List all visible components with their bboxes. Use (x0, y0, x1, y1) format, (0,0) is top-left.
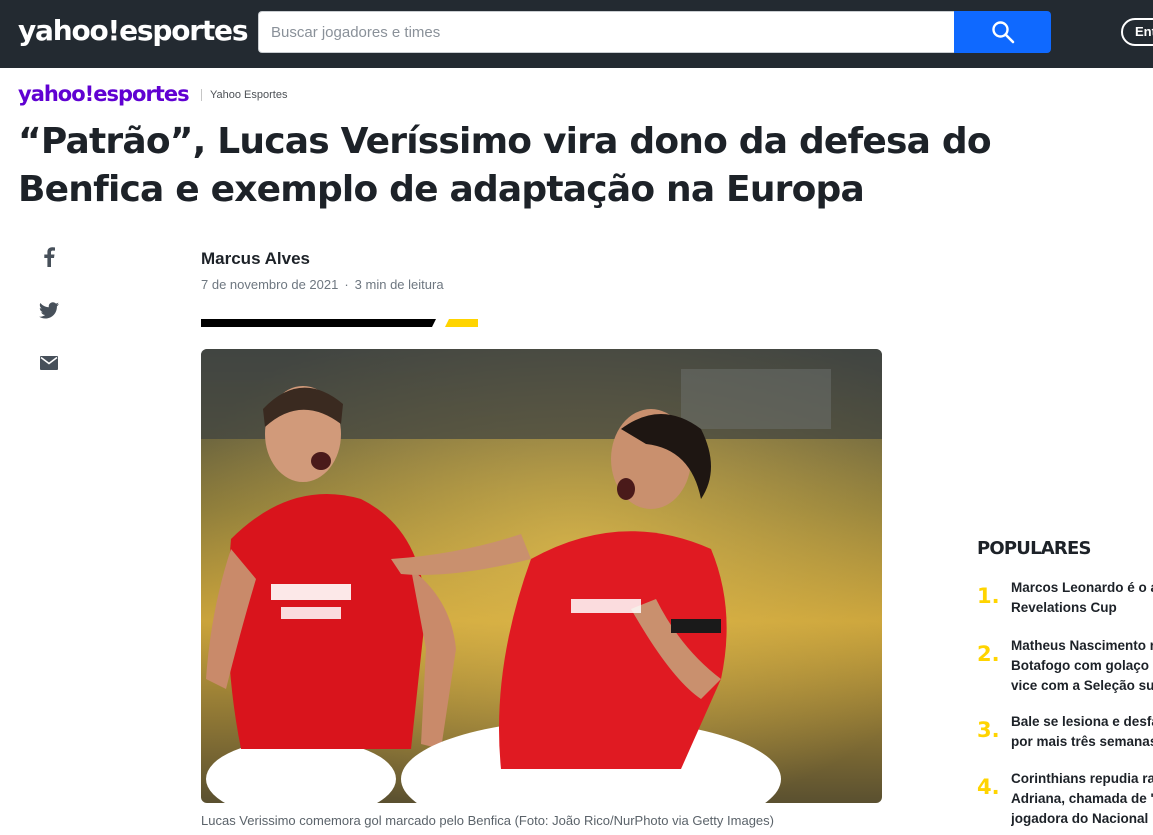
yahoo-esportes-logo[interactable]: yahoo!esportes (18, 13, 249, 49)
popular-rank: 3. (977, 718, 1000, 742)
author-name[interactable]: Marcus Alves (201, 248, 310, 270)
read-time: 3 min de leitura (354, 277, 444, 292)
search-bar (258, 11, 1051, 53)
article-headline: “Patrão”, Lucas Veríssimo vira dono da d… (18, 121, 992, 210)
share-twitter-button[interactable] (36, 297, 62, 323)
top-navigation-bar: yahoo!esportes Entrar (0, 0, 1153, 68)
popular-headline[interactable]: Marcos Leonardo é o a Revelations Cup (1011, 578, 1153, 618)
publish-date: 7 de novembro de 2021 (201, 277, 339, 292)
yahoo-esportes-brand-logo[interactable]: yahoo!esportes (18, 80, 190, 108)
facebook-icon (44, 247, 55, 267)
popular-rank: 1. (977, 584, 1000, 608)
signin-button[interactable]: Entrar (1121, 18, 1153, 46)
mail-icon (40, 356, 58, 370)
popular-headline[interactable]: Bale se lesiona e desfa por mais três se… (1011, 712, 1153, 752)
popular-headline[interactable]: Corinthians repudia ra Adriana, chamada … (1011, 769, 1153, 829)
meta-separator: · (344, 277, 349, 292)
twitter-icon (39, 301, 59, 318)
brand-divider (201, 89, 202, 101)
popular-rank: 2. (977, 642, 1000, 666)
share-email-button[interactable] (36, 350, 62, 376)
article-meta: 7 de novembro de 2021 · 3 min de leitura (201, 276, 444, 294)
popular-rank: 4. (977, 775, 1000, 799)
search-button[interactable] (954, 11, 1051, 53)
share-facebook-button[interactable] (36, 244, 62, 270)
photo-celebration-illustration (201, 349, 882, 803)
search-icon (991, 21, 1014, 44)
populares-title: POPULARES (977, 538, 1091, 559)
provider-name[interactable]: Yahoo Esportes (210, 88, 287, 102)
popular-headline[interactable]: Matheus Nascimento r Botafogo com golaço… (1011, 636, 1153, 696)
photo-caption: Lucas Verissimo comemora gol marcado pel… (201, 813, 774, 828)
article-photo[interactable] (201, 349, 882, 803)
article-divider (201, 319, 478, 327)
search-input[interactable] (258, 11, 955, 53)
